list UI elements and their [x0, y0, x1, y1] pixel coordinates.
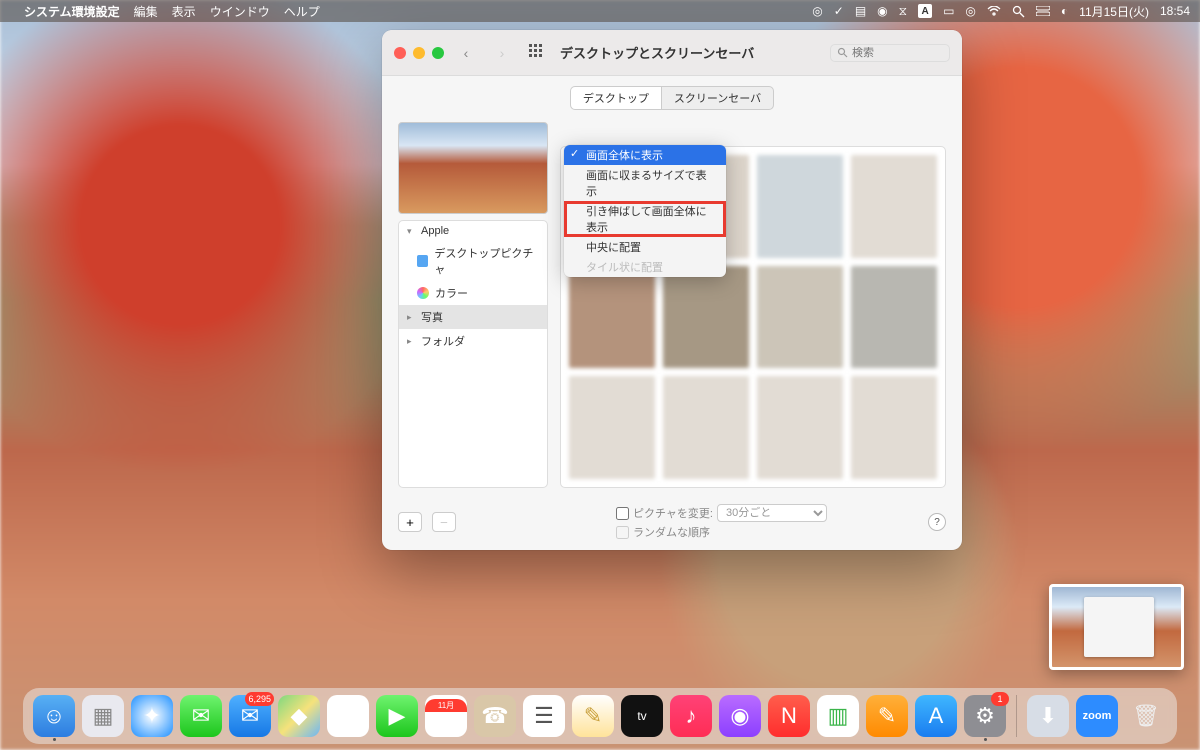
source-photos[interactable]: ▸写真: [399, 305, 547, 329]
wallpaper-thumbnail[interactable]: [851, 155, 937, 258]
wallpaper-thumbnail[interactable]: [757, 155, 843, 258]
dock-system-preferences[interactable]: ⚙1: [964, 695, 1006, 737]
wallpaper-thumbnail[interactable]: [663, 266, 749, 369]
dock-news[interactable]: N: [768, 695, 810, 737]
tab-desktop[interactable]: デスクトップ: [570, 86, 661, 110]
wallpaper-thumbnail[interactable]: [569, 266, 655, 369]
change-picture-label: ピクチャを変更:: [633, 505, 713, 521]
all-prefs-grid-icon[interactable]: [524, 43, 548, 62]
dock-podcasts[interactable]: ◉: [719, 695, 761, 737]
menubar-time[interactable]: 18:54: [1160, 4, 1190, 18]
help-button[interactable]: ?: [928, 513, 946, 531]
battery-icon[interactable]: ▭: [943, 4, 954, 18]
sysprefs-badge: 1: [991, 692, 1009, 706]
current-wallpaper-preview: [398, 122, 548, 214]
bluetooth-icon[interactable]: ⧖: [899, 4, 907, 19]
change-picture-checkbox[interactable]: ピクチャを変更: 30分ごと: [616, 504, 827, 522]
source-apple[interactable]: ▾Apple: [399, 221, 547, 241]
clipboard-icon[interactable]: ▤: [855, 4, 866, 18]
app-menu[interactable]: システム環境設定: [24, 3, 120, 20]
menu-window[interactable]: ウインドウ: [210, 3, 270, 20]
dock-zoom[interactable]: zoom: [1076, 695, 1118, 737]
change-interval-select[interactable]: 30分ごと: [717, 504, 827, 522]
dock-messages[interactable]: ✉: [180, 695, 222, 737]
fit-option-tile[interactable]: タイル状に配置: [564, 257, 726, 277]
source-colors[interactable]: カラー: [399, 281, 547, 305]
dock-safari[interactable]: ✦: [131, 695, 173, 737]
dock-facetime[interactable]: ▶: [376, 695, 418, 737]
tab-screensaver[interactable]: スクリーンセーバ: [661, 86, 774, 110]
menu-extra-2-icon[interactable]: ✓: [834, 4, 844, 18]
dock-music[interactable]: ♪: [670, 695, 712, 737]
dock-maps[interactable]: ◆: [278, 695, 320, 737]
dock-mail[interactable]: ✉6,295: [229, 695, 271, 737]
wallpaper-thumbnail[interactable]: [851, 376, 937, 479]
forward-button[interactable]: ›: [488, 41, 516, 65]
dock-contacts[interactable]: ☎: [474, 695, 516, 737]
maximize-button[interactable]: [432, 47, 444, 59]
wallpaper-thumbnail[interactable]: [569, 376, 655, 479]
airdrop-icon[interactable]: ◎: [965, 4, 975, 18]
dock: ☺ ▦ ✦ ✉ ✉6,295 ◆ ✿ ▶ 11月15 ☎ ☰ ✎ tv ♪ ◉ …: [23, 688, 1177, 744]
back-button[interactable]: ‹: [452, 41, 480, 65]
dock-reminders[interactable]: ☰: [523, 695, 565, 737]
wifi-icon[interactable]: [987, 6, 1001, 16]
menubar: システム環境設定 編集 表示 ウインドウ ヘルプ ◎ ✓ ▤ ◉ ⧖ A ▭ ◎…: [0, 0, 1200, 22]
dock-photos[interactable]: ✿: [327, 695, 369, 737]
change-picture-input[interactable]: [616, 507, 629, 520]
folder-icon: [417, 255, 428, 267]
dock-tv[interactable]: tv: [621, 695, 663, 737]
fit-option-stretch[interactable]: 引き伸ばして画面全体に表示: [564, 201, 726, 237]
source-desktop-pictures[interactable]: デスクトップピクチャ: [399, 241, 547, 281]
desktop-spaces-preview[interactable]: [1049, 584, 1184, 670]
dock-calendar[interactable]: 11月15: [425, 695, 467, 737]
window-title: デスクトップとスクリーンセーバ: [560, 43, 754, 62]
dock-launchpad[interactable]: ▦: [82, 695, 124, 737]
search-icon: [837, 47, 848, 58]
search-input[interactable]: [852, 47, 932, 59]
source-list[interactable]: ▾Apple デスクトップピクチャ カラー ▸写真 ▸フォルダ: [398, 220, 548, 488]
wallpaper-thumbnail[interactable]: [663, 376, 749, 479]
dock-divider: [1016, 695, 1017, 737]
menu-extra-1-icon[interactable]: ◎: [812, 4, 822, 18]
dock-numbers[interactable]: ▥: [817, 695, 859, 737]
wallpaper-thumbnail[interactable]: [757, 376, 843, 479]
fit-option-center[interactable]: 中央に配置: [564, 237, 726, 257]
tab-bar: デスクトップ スクリーンセーバ: [382, 76, 962, 122]
system-preferences-window: ‹ › デスクトップとスクリーンセーバ デスクトップ スクリーンセーバ ▾App…: [382, 30, 962, 550]
mail-badge: 6,295: [245, 692, 274, 706]
spotlight-icon[interactable]: [1012, 5, 1025, 18]
close-button[interactable]: [394, 47, 406, 59]
minimize-button[interactable]: [413, 47, 425, 59]
menu-edit[interactable]: 編集: [134, 3, 158, 20]
random-order-input[interactable]: [616, 526, 629, 539]
dock-downloads-stack[interactable]: ⬇: [1027, 695, 1069, 737]
menubar-date[interactable]: 11月15日(火): [1079, 3, 1149, 20]
fit-option-fit-to-screen[interactable]: 画面に収まるサイズで表示: [564, 165, 726, 201]
source-folders[interactable]: ▸フォルダ: [399, 329, 547, 353]
dock-appstore[interactable]: A: [915, 695, 957, 737]
menu-view[interactable]: 表示: [172, 3, 196, 20]
search-field[interactable]: [830, 44, 950, 62]
add-folder-button[interactable]: +: [398, 512, 422, 532]
remove-folder-button[interactable]: −: [432, 512, 456, 532]
random-order-label: ランダムな順序: [633, 524, 710, 540]
input-source-icon[interactable]: A: [918, 4, 932, 18]
dock-keynote[interactable]: ✎: [866, 695, 908, 737]
control-center-icon[interactable]: [1036, 6, 1050, 16]
wallpaper-thumbnail[interactable]: [757, 266, 843, 369]
wallpaper-thumbnail[interactable]: [851, 266, 937, 369]
colors-icon: [417, 287, 429, 299]
menu-help[interactable]: ヘルプ: [284, 3, 320, 20]
fit-option-fill-screen[interactable]: 画面全体に表示: [564, 145, 726, 165]
dock-trash[interactable]: 🗑: [1125, 695, 1167, 737]
siri-icon[interactable]: ◐: [1061, 4, 1068, 18]
dock-finder[interactable]: ☺: [33, 695, 75, 737]
airplay-icon[interactable]: ◉: [877, 4, 887, 18]
dock-notes[interactable]: ✎: [572, 695, 614, 737]
random-order-checkbox[interactable]: ランダムな順序: [616, 524, 827, 540]
fit-mode-menu[interactable]: 画面全体に表示 画面に収まるサイズで表示 引き伸ばして画面全体に表示 中央に配置…: [564, 145, 726, 277]
titlebar: ‹ › デスクトップとスクリーンセーバ: [382, 30, 962, 76]
